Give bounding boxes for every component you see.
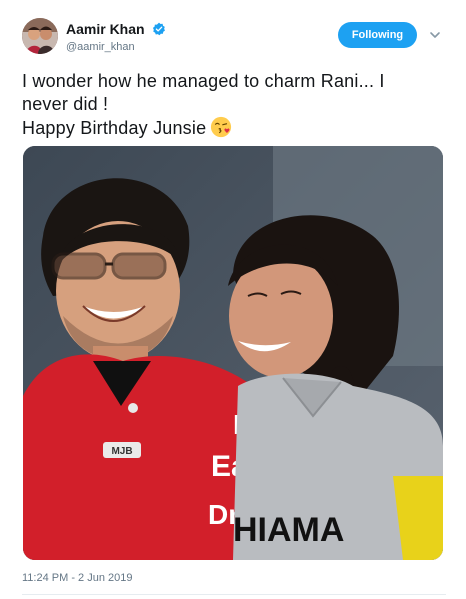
tweet-text-line-2: never did ! [22,94,109,114]
user-handle[interactable]: @aamir_khan [66,41,166,53]
following-button[interactable]: Following [338,22,417,48]
tweet-text-line-3-text: Happy Birthday Junsie [22,118,207,138]
verified-badge-icon [152,22,165,36]
tweet-text-line-3: Happy Birthday Junsie [22,116,442,140]
user-names: Aamir Khan @aamir_khan [66,20,166,53]
tweet-timestamp[interactable]: 11:24 PM - 2 Jun 2019 [22,572,132,584]
tweet-photo[interactable]: MJB I Eat Dr HIAMA [23,146,443,560]
tweet-text: I wonder how he managed to charm Rani...… [22,70,442,140]
avatar[interactable] [22,18,58,54]
tweet-header: Aamir Khan @aamir_khan Following [22,18,446,58]
divider [22,594,446,595]
face-blowing-kiss-icon [211,116,232,138]
display-name[interactable]: Aamir Khan [66,21,145,37]
photo-jersey-text: HIAMA [233,511,344,549]
photo-badge-text: MJB [111,446,132,457]
chevron-down-icon[interactable] [428,28,442,42]
tweet-text-line-1: I wonder how he managed to charm Rani...… [22,71,385,91]
